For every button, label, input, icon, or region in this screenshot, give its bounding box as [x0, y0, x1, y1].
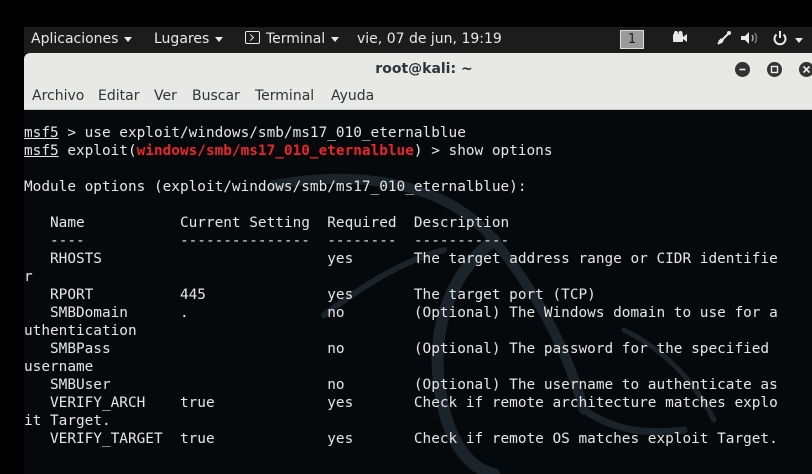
table-row-wrap: username: [24, 359, 94, 375]
window-titlebar[interactable]: root@kali: ~: [24, 53, 812, 85]
workspace-indicator[interactable]: 1: [620, 30, 644, 49]
terminal-icon: [245, 31, 260, 44]
chevron-down-icon: [331, 36, 340, 42]
table-row: RHOSTS yes The target address range or C…: [24, 251, 778, 267]
top-panel: Aplicaciones Lugares Terminal vie, 07 de…: [24, 27, 812, 53]
module-name-highlight: windows/smb/ms17_010_eternalblue: [136, 143, 414, 159]
table-row: VERIFY_ARCH true yes Check if remote arc…: [24, 395, 778, 411]
applications-menu[interactable]: Aplicaciones: [31, 31, 133, 47]
applications-label: Aplicaciones: [31, 31, 119, 47]
msf-prompt: msf5: [24, 143, 59, 159]
maximize-button[interactable]: [767, 62, 782, 77]
menu-bar: Archivo Editar Ver Buscar Terminal Ayuda: [24, 85, 812, 110]
menu-archivo[interactable]: Archivo: [32, 88, 84, 104]
table-row: VERIFY_TARGET true yes Check if remote O…: [24, 431, 778, 447]
close-icon: [802, 65, 811, 74]
chevron-down-icon: [215, 36, 224, 42]
power-icon[interactable]: [772, 30, 788, 50]
table-row-wrap: it Target.: [24, 413, 111, 429]
chevron-down-icon[interactable]: [795, 38, 803, 43]
table-row: SMBUser no (Optional) The username to au…: [24, 377, 778, 393]
table-header: Name Current Setting Required Descriptio…: [24, 215, 510, 231]
clock[interactable]: vie, 07 de jun, 19:19: [357, 31, 502, 47]
table-row: SMBDomain . no (Optional) The Windows do…: [24, 305, 778, 321]
table-row-wrap: r: [24, 269, 33, 285]
camera-icon[interactable]: [672, 30, 688, 48]
terminal-output[interactable]: msf5 > use exploit/windows/smb/ms17_010_…: [24, 110, 812, 474]
command-prefix: exploit(: [58, 143, 137, 159]
menu-editar[interactable]: Editar: [98, 88, 139, 104]
volume-icon[interactable]: [740, 30, 760, 50]
chevron-down-icon: [124, 36, 133, 42]
maximize-icon: [770, 65, 779, 74]
command-line-show-options: msf5 exploit(windows/smb/ms17_010_eterna…: [24, 142, 553, 160]
menu-terminal[interactable]: Terminal: [255, 88, 314, 104]
table-row-wrap: uthentication: [24, 323, 137, 339]
table-row: SMBPass no (Optional) The password for t…: [24, 341, 770, 357]
terminal-app-label: Terminal: [266, 31, 326, 47]
places-menu[interactable]: Lugares: [154, 31, 224, 47]
menu-buscar[interactable]: Buscar: [192, 88, 240, 104]
table-rule: ---- --------------- -------- ----------…: [24, 233, 510, 249]
table-row: RPORT 445 yes The target port (TCP): [24, 287, 596, 303]
command-text: > use exploit/windows/smb/ms17_010_etern…: [58, 125, 466, 141]
menu-ver[interactable]: Ver: [154, 88, 177, 104]
command-suffix: ) > show options: [413, 143, 553, 159]
window-title: root@kali: ~: [375, 61, 473, 77]
command-line-use: msf5 > use exploit/windows/smb/ms17_010_…: [24, 124, 466, 142]
minimize-button[interactable]: [735, 62, 750, 77]
section-header: Module options (exploit/windows/smb/ms17…: [24, 179, 527, 195]
places-label: Lugares: [154, 31, 210, 47]
menu-ayuda[interactable]: Ayuda: [331, 88, 374, 104]
minimize-icon: [739, 68, 746, 71]
terminal-app-menu[interactable]: Terminal: [245, 31, 340, 47]
wifi-icon[interactable]: [716, 30, 732, 50]
screen-top-strip: [0, 0, 812, 27]
msf-prompt: msf5: [24, 125, 59, 141]
close-button[interactable]: [799, 62, 812, 77]
